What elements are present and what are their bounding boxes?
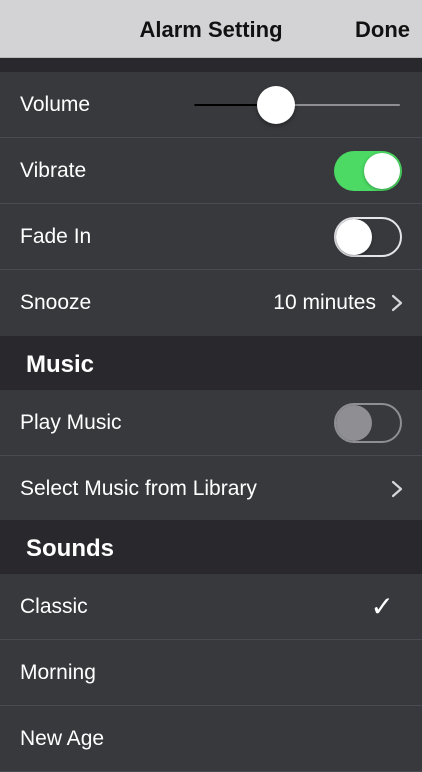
vibrate-label: Vibrate: [20, 159, 87, 182]
done-button[interactable]: Done: [355, 0, 410, 58]
toggle-knob: [336, 219, 372, 255]
music-section-title: Music: [26, 351, 95, 378]
fade-in-row: Fade In: [0, 204, 422, 270]
select-music-label: Select Music from Library: [20, 477, 257, 500]
fade-in-label: Fade In: [20, 225, 92, 248]
snooze-value: 10 minutes: [273, 291, 376, 314]
snooze-row[interactable]: Snooze 10 minutes: [0, 270, 422, 336]
volume-label: Volume: [20, 93, 91, 116]
navigation-bar: Alarm Setting Done: [0, 0, 422, 58]
sound-item-new-age[interactable]: New Age: [0, 706, 422, 772]
sound-item-morning[interactable]: Morning: [0, 640, 422, 706]
vibrate-toggle[interactable]: [334, 151, 402, 191]
vibrate-row: Vibrate: [0, 138, 422, 204]
sound-item-label: Classic: [20, 595, 88, 618]
slider-thumb[interactable]: [257, 86, 296, 124]
music-section-header: Music: [0, 336, 422, 390]
volume-row: Volume: [0, 72, 422, 138]
play-music-row: Play Music: [0, 390, 422, 456]
section-spacer: [0, 58, 422, 72]
chevron-right-icon: [391, 480, 403, 498]
chevron-right-icon: [391, 294, 403, 312]
select-music-row[interactable]: Select Music from Library: [0, 456, 422, 522]
sounds-section-header: Sounds: [0, 520, 422, 574]
snooze-label: Snooze: [20, 291, 92, 314]
fade-in-toggle[interactable]: [334, 217, 402, 257]
volume-slider[interactable]: [194, 86, 400, 124]
sounds-section-title: Sounds: [26, 535, 114, 562]
toggle-knob: [364, 153, 400, 189]
sound-item-label: Morning: [20, 661, 96, 684]
sound-item-classic[interactable]: Classic ✓: [0, 574, 422, 640]
toggle-knob: [336, 405, 372, 441]
checkmark-icon: ✓: [370, 591, 394, 622]
play-music-toggle[interactable]: [334, 403, 402, 443]
play-music-label: Play Music: [20, 411, 122, 434]
sound-item-label: New Age: [20, 727, 105, 750]
